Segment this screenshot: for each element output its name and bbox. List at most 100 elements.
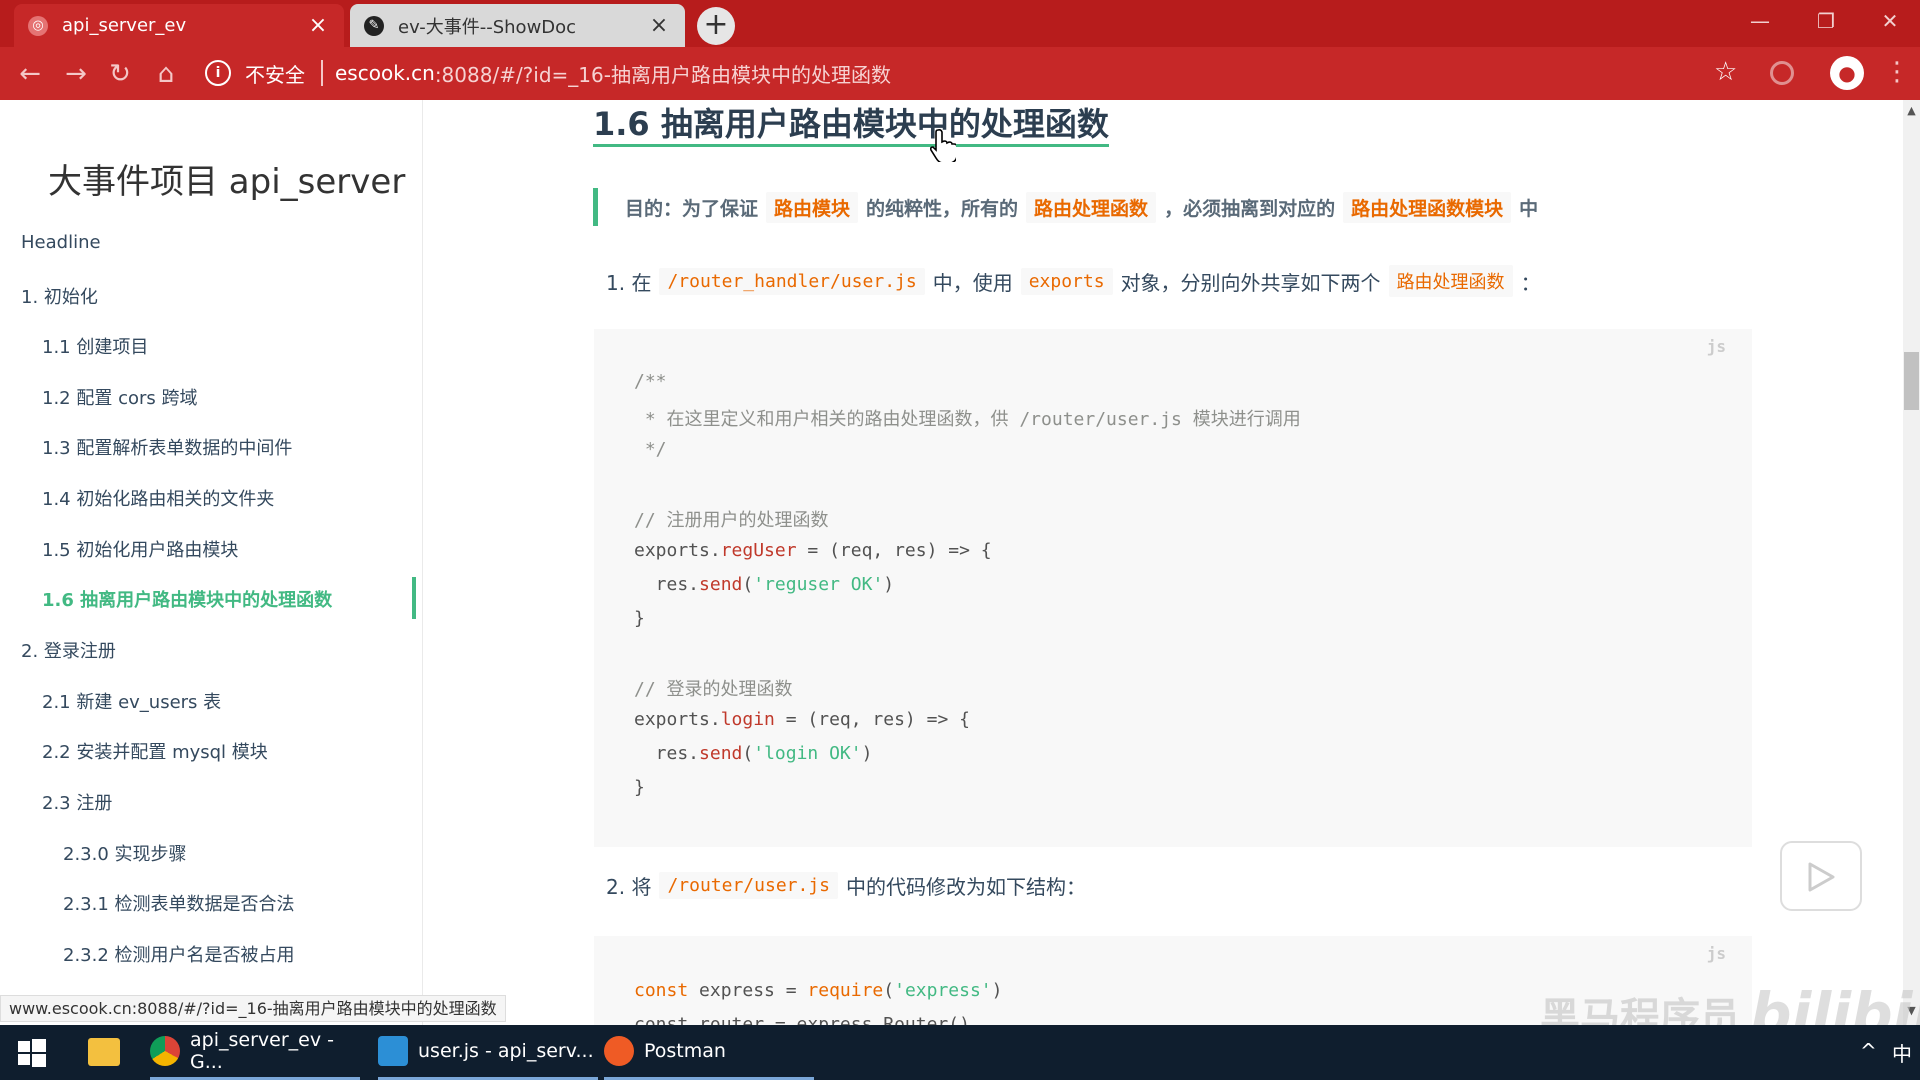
step-1: 1. 在 /router_handler/user.js 中，使用 export… bbox=[606, 265, 1541, 297]
file-explorer-icon[interactable] bbox=[88, 1038, 120, 1066]
code-line: res.send('login OK') bbox=[634, 743, 873, 764]
toc-item-1-1[interactable]: 1.1 创建项目 bbox=[42, 333, 148, 359]
toc-item-2-3[interactable]: 2.3 注册 bbox=[42, 789, 112, 815]
bookmark-star-icon[interactable]: ☆ bbox=[1714, 57, 1737, 87]
tip-block: 目的：为了保证 路由模块 的纯粹性，所有的 路由处理函数 ，必须抽离到对应的 路… bbox=[593, 188, 1893, 226]
step-2: 2. 将 /router/user.js 中的代码修改为如下结构： bbox=[606, 871, 1086, 900]
toc-item-2-3-2[interactable]: 2.3.2 检测用户名是否被占用 bbox=[63, 941, 295, 967]
tray-expand-icon[interactable]: ^ bbox=[1860, 1039, 1877, 1063]
code-line: } bbox=[634, 608, 645, 629]
play-icon bbox=[1808, 862, 1835, 892]
toc-item-1-6[interactable]: 1.6 抽离用户路由模块中的处理函数 bbox=[42, 586, 332, 612]
code-token: = (req, res) => { bbox=[774, 709, 970, 730]
video-play-button[interactable] bbox=[1780, 841, 1862, 911]
tab-api-server-ev[interactable]: ◎ api_server_ev × bbox=[14, 4, 344, 47]
forward-button[interactable]: → bbox=[60, 58, 92, 90]
doc-content: 1.6 抽离用户路由模块中的处理函数 目的：为了保证 路由模块 的纯粹性，所有的… bbox=[423, 100, 1903, 1025]
taskbar-vscode[interactable]: user.js - api_serv... bbox=[378, 1025, 598, 1080]
page-scrollbar[interactable]: ▲ ▼ bbox=[1903, 100, 1920, 1025]
toc-item-1-5[interactable]: 1.5 初始化用户路由模块 bbox=[42, 536, 238, 562]
code-block[interactable]: js /** * 在这里定义和用户相关的路由处理函数，供 /router/use… bbox=[594, 329, 1752, 847]
taskbar-chrome[interactable]: api_server_ev - G... bbox=[150, 1025, 360, 1080]
inline-code: /router_handler/user.js bbox=[659, 267, 925, 295]
step-text: ： bbox=[1520, 270, 1541, 295]
showdoc-icon: ✎ bbox=[364, 15, 384, 36]
step-text: 中，使用 bbox=[932, 270, 1013, 295]
taskbar-postman[interactable]: Postman bbox=[604, 1025, 814, 1080]
code-token: 'reguser OK' bbox=[753, 574, 884, 595]
tab-showdoc[interactable]: ✎ ev-大事件--ShowDoc × bbox=[350, 4, 685, 47]
toc-item-2-1[interactable]: 2.1 新建 ev_users 表 bbox=[42, 688, 221, 714]
code-token: ) bbox=[883, 574, 895, 595]
tab-close-icon[interactable]: × bbox=[647, 13, 671, 38]
toc-item-2-3-1[interactable]: 2.3.1 检测表单数据是否合法 bbox=[63, 890, 295, 916]
toc-item-1[interactable]: 1. 初始化 bbox=[21, 283, 98, 309]
code-line: exports.login = (req, res) => { bbox=[634, 709, 970, 730]
code-token: send bbox=[699, 743, 743, 764]
info-icon[interactable]: i bbox=[205, 60, 231, 86]
code-line: // 注册用户的处理函数 bbox=[634, 510, 829, 531]
reload-button[interactable]: ↻ bbox=[104, 58, 136, 90]
doc-sidebar: 大事件项目 api_server Headline 1. 初始化 1.1 创建项… bbox=[0, 100, 423, 1025]
close-window-button[interactable]: ✕ bbox=[1870, 6, 1910, 36]
code-token: 'express' bbox=[894, 980, 992, 1001]
toc-item-1-2[interactable]: 1.2 配置 cors 跨域 bbox=[42, 384, 197, 410]
toc-item-2-3-0[interactable]: 2.3.0 实现步骤 bbox=[63, 840, 187, 866]
code-line: /** bbox=[634, 371, 667, 392]
step-text: 1. 在 bbox=[606, 270, 652, 295]
scroll-up-arrow-icon[interactable]: ▲ bbox=[1903, 104, 1920, 117]
code-line: * 在这里定义和用户相关的路由处理函数，供 /router/user.js 模块… bbox=[634, 409, 1301, 430]
restore-button[interactable]: ❐ bbox=[1806, 6, 1846, 36]
toc-item-1-3[interactable]: 1.3 配置解析表单数据的中间件 bbox=[42, 434, 292, 460]
section-heading[interactable]: 1.6 抽离用户路由模块中的处理函数 bbox=[593, 104, 1109, 147]
address-separator bbox=[321, 60, 323, 86]
inline-code: exports bbox=[1020, 267, 1113, 295]
security-label: 不安全 bbox=[245, 62, 305, 87]
code-line: res.send('reguser OK') bbox=[634, 574, 894, 595]
code-token: ) bbox=[861, 743, 873, 764]
url-path: :8088/#/?id=_16-抽离用户路由模块中的处理函数 bbox=[434, 62, 891, 87]
site-title[interactable]: 大事件项目 api_server bbox=[48, 154, 405, 203]
code-token: require bbox=[807, 980, 884, 1001]
minimize-button[interactable]: — bbox=[1740, 6, 1780, 36]
code-token: = (req, res) => { bbox=[796, 540, 992, 561]
code-token: res. bbox=[634, 743, 700, 764]
step-text: 中的代码修改为如下结构： bbox=[846, 875, 1087, 899]
code-line: */ bbox=[634, 439, 667, 460]
chrome-icon bbox=[150, 1036, 180, 1066]
back-button[interactable]: ← bbox=[14, 58, 46, 90]
code-token: ( bbox=[883, 980, 895, 1001]
postman-icon bbox=[604, 1036, 634, 1066]
browser-menu-icon[interactable]: ⋮ bbox=[1884, 57, 1910, 87]
code-token: ( bbox=[742, 743, 754, 764]
code-token: exports. bbox=[634, 540, 721, 561]
link-status-url: www.escook.cn:8088/#/?id=_16-抽离用户路由模块中的处… bbox=[0, 995, 506, 1022]
address-bar[interactable]: i 不安全 escook.cn:8088/#/?id=_16-抽离用户路由模块中… bbox=[205, 52, 1705, 94]
scrollbar-thumb[interactable] bbox=[1904, 352, 1919, 410]
code-token: regUser bbox=[720, 540, 797, 561]
browser-toolbar: ← → ↻ ⌂ i 不安全 escook.cn:8088/#/?id=_16-抽… bbox=[0, 47, 1920, 100]
tab-close-icon[interactable]: × bbox=[306, 13, 330, 38]
profile-avatar[interactable]: ● bbox=[1830, 56, 1864, 90]
tip-text: 目的：为了保证 bbox=[625, 197, 759, 220]
new-tab-button[interactable]: + bbox=[697, 7, 735, 45]
taskbar-label: user.js - api_serv... bbox=[418, 1040, 594, 1062]
tab-title: ev-大事件--ShowDoc bbox=[398, 16, 577, 38]
hand-cursor-icon bbox=[930, 128, 956, 162]
tip-highlight: 路由处理函数模块 bbox=[1343, 191, 1512, 223]
code-token: exports. bbox=[634, 709, 721, 730]
active-indicator bbox=[412, 577, 416, 619]
extension-icon[interactable] bbox=[1770, 61, 1794, 85]
toc-item-headline[interactable]: Headline bbox=[21, 232, 101, 253]
toc-item-2[interactable]: 2. 登录注册 bbox=[21, 637, 116, 663]
toc-item-2-2[interactable]: 2.2 安装并配置 mysql 模块 bbox=[42, 738, 268, 764]
windows-taskbar: api_server_ev - G... user.js - api_serv.… bbox=[0, 1025, 1920, 1080]
home-button[interactable]: ⌂ bbox=[150, 58, 182, 90]
toc-item-1-4[interactable]: 1.4 初始化路由相关的文件夹 bbox=[42, 485, 274, 511]
tip-text: 的纯粹性，所有的 bbox=[866, 197, 1019, 220]
url-host: escook.cn bbox=[335, 61, 435, 85]
code-line: const express = require('express') bbox=[634, 980, 1003, 1001]
taskbar-label: api_server_ev - G... bbox=[190, 1029, 334, 1073]
ime-indicator[interactable]: 中 bbox=[1892, 1038, 1912, 1067]
windows-start-icon[interactable] bbox=[18, 1039, 46, 1067]
